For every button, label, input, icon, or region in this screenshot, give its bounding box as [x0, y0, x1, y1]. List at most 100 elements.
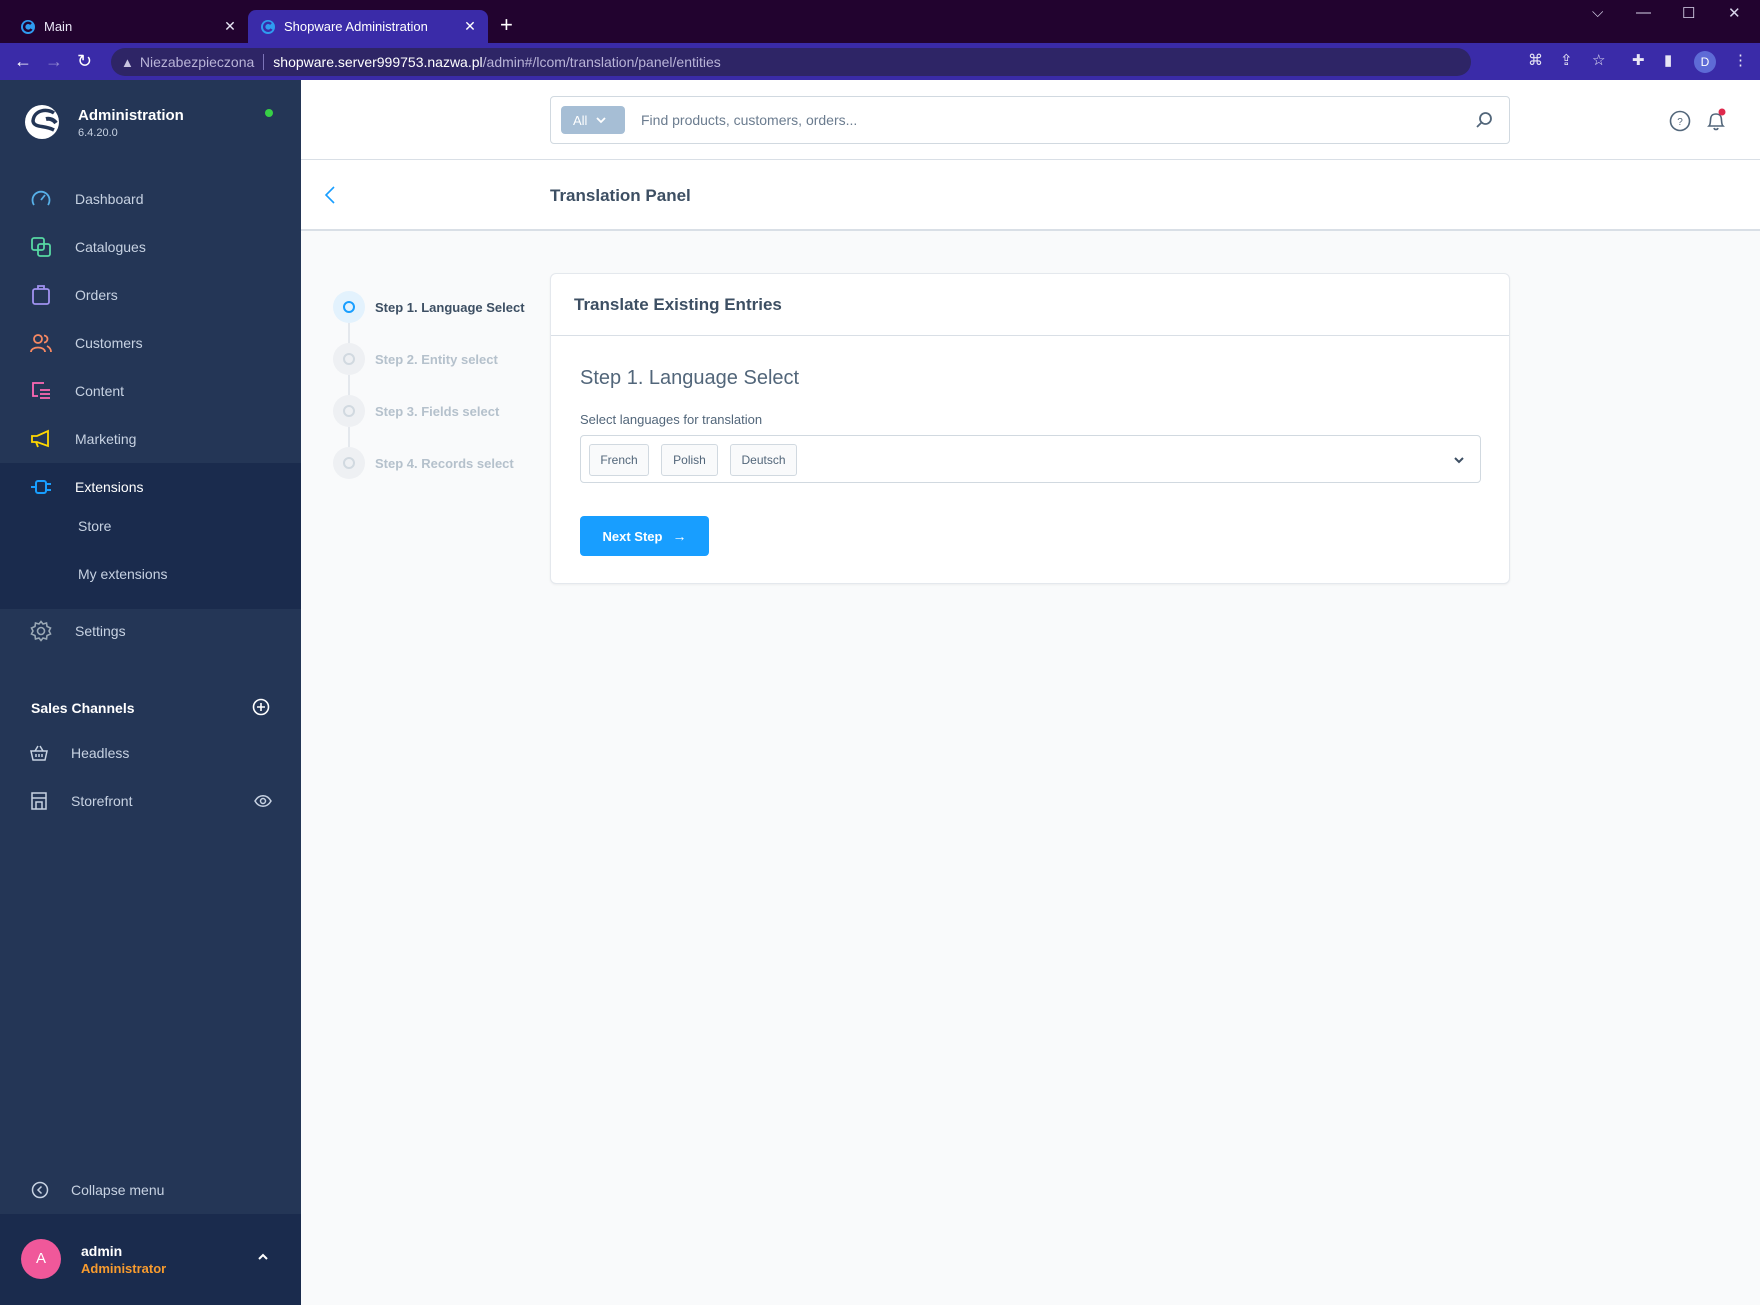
avatar: A	[21, 1239, 61, 1279]
basket-icon	[29, 743, 49, 763]
translate-icon[interactable]: ⌘	[1528, 53, 1543, 69]
address-bar[interactable]: ▲ Niezabezpieczona shopware.server999753…	[111, 48, 1471, 76]
admin-topbar: All ?	[301, 80, 1760, 160]
step-indicator-icon	[333, 447, 365, 479]
sales-channel-storefront[interactable]: Storefront	[0, 781, 301, 821]
minimize-icon[interactable]: —	[1636, 4, 1651, 21]
help-icon[interactable]: ?	[1669, 110, 1691, 132]
extensions-puzzle-icon[interactable]: ✚	[1632, 53, 1645, 69]
language-chip-deutsch[interactable]: Deutsch	[730, 444, 797, 476]
user-role: Administrator	[81, 1261, 167, 1276]
search-type-label: All	[573, 112, 588, 128]
shopware-logo-icon	[25, 105, 59, 139]
step-label: Step 3. Fields select	[375, 403, 500, 419]
user-menu[interactable]: A admin Administrator	[0, 1214, 301, 1305]
sidebar-item-label: Settings	[75, 623, 126, 639]
add-sales-channel-icon[interactable]	[252, 698, 270, 716]
wizard-step-1[interactable]: Step 1. Language Select	[333, 289, 563, 325]
step-label: Step 4. Records select	[375, 455, 514, 471]
search-input[interactable]	[641, 97, 1441, 143]
sidebar-item-content[interactable]: Content	[0, 367, 301, 415]
forward-arrow-icon[interactable]: →	[45, 51, 63, 71]
page-title: Translation Panel	[550, 186, 691, 205]
close-window-icon[interactable]: ✕	[1728, 4, 1741, 22]
shopware-favicon-icon	[261, 19, 275, 34]
next-step-label: Next Step	[602, 528, 663, 544]
sidebar-item-label: Content	[75, 383, 125, 399]
sidebar-item-label: Extensions	[75, 479, 144, 495]
maximize-icon[interactable]: ☐	[1682, 4, 1695, 22]
side-panel-icon[interactable]: ▮	[1664, 53, 1672, 69]
user-name: admin	[81, 1243, 123, 1259]
bookmark-star-icon[interactable]: ☆	[1592, 53, 1605, 69]
sidebar-item-catalogues[interactable]: Catalogues	[0, 223, 301, 271]
close-tab-icon[interactable]: ✕	[220, 18, 240, 35]
share-icon[interactable]: ⇪	[1560, 53, 1573, 69]
settings-icon	[30, 620, 52, 642]
chevron-down-icon[interactable]	[1452, 453, 1466, 467]
status-indicator	[265, 109, 273, 117]
sidebar-item-label: Dashboard	[75, 191, 144, 207]
content-icon	[30, 380, 52, 402]
sidebar-item-settings[interactable]: Settings	[0, 607, 301, 655]
wizard-step-3[interactable]: Step 3. Fields select	[333, 393, 563, 429]
app-version: 6.4.20.0	[78, 127, 118, 139]
sidebar-item-extensions[interactable]: Extensions	[0, 463, 301, 511]
orders-icon	[30, 284, 52, 306]
browser-tab-main[interactable]: Main ✕	[8, 10, 248, 43]
sidebar-subitem-store[interactable]: Store	[78, 518, 111, 534]
reload-icon[interactable]: ↻	[77, 51, 92, 71]
app-title: Administration	[78, 107, 184, 124]
language-chip-polish[interactable]: Polish	[661, 444, 718, 476]
security-label: Niezabezpieczona	[139, 54, 255, 70]
step-indicator-icon	[333, 291, 365, 323]
sidebar-item-marketing[interactable]: Marketing	[0, 415, 301, 463]
new-tab-button[interactable]: +	[500, 12, 513, 38]
catalogue-icon	[30, 236, 52, 258]
wizard-step-4[interactable]: Step 4. Records select	[333, 445, 563, 481]
step-indicator-icon	[333, 343, 365, 375]
next-step-button[interactable]: Next Step →	[580, 516, 709, 556]
languages-multi-select[interactable]: French Polish Deutsch	[580, 435, 1481, 483]
chevron-up-icon[interactable]	[256, 1250, 270, 1264]
sidebar-item-customers[interactable]: Customers	[0, 319, 301, 367]
shopware-favicon-icon	[21, 19, 35, 34]
step-connector	[348, 375, 350, 395]
back-arrow-icon[interactable]: ←	[14, 51, 32, 71]
card-title: Translate Existing Entries	[574, 294, 782, 314]
chevron-down-icon	[596, 117, 607, 124]
collapse-menu-button[interactable]: Collapse menu	[0, 1170, 301, 1210]
collapse-chevron-icon	[31, 1181, 49, 1199]
step-label: Step 1. Language Select	[375, 299, 525, 315]
svg-text:?: ?	[1677, 117, 1683, 128]
language-chip-french[interactable]: French	[589, 444, 649, 476]
step-indicator-icon	[333, 395, 365, 427]
close-tab-icon[interactable]: ✕	[460, 18, 480, 35]
dashboard-icon	[30, 188, 52, 210]
tab-search-icon[interactable]: ⌵	[1592, 4, 1603, 21]
sidebar-item-orders[interactable]: Orders	[0, 271, 301, 319]
sales-channel-headless[interactable]: Headless	[0, 733, 301, 773]
browser-menu-icon[interactable]: ⋮	[1733, 53, 1748, 69]
languages-field-label: Select languages for translation	[580, 412, 763, 427]
back-chevron-icon[interactable]	[323, 184, 337, 206]
page-content: Step 1. Language Select Step 2. Entity s…	[301, 233, 1760, 1305]
sidebar-item-dashboard[interactable]: Dashboard	[0, 175, 301, 223]
search-icon[interactable]	[1475, 111, 1493, 129]
search-type-select[interactable]: All	[561, 106, 625, 134]
wizard-step-2[interactable]: Step 2. Entity select	[333, 341, 563, 377]
eye-icon[interactable]	[254, 794, 272, 808]
browser-tab-shopware[interactable]: Shopware Administration ✕	[248, 10, 488, 43]
profile-avatar[interactable]: D	[1694, 51, 1716, 73]
notification-bell-icon[interactable]	[1704, 108, 1728, 132]
browser-toolbar: ← → ↻ ▲ Niezabezpieczona shopware.server…	[0, 43, 1760, 80]
translate-card: Translate Existing Entries Step 1. Langu…	[550, 273, 1510, 584]
sidebar-subitem-my-extensions[interactable]: My extensions	[78, 566, 167, 582]
step-heading: Step 1. Language Select	[580, 367, 800, 389]
card-header: Translate Existing Entries	[551, 274, 1509, 336]
sales-channels-heading: Sales Channels	[31, 700, 135, 716]
url-host: shopware.server999753.nazwa.pl	[273, 54, 483, 70]
step-connector	[348, 323, 350, 343]
storefront-icon	[29, 791, 49, 811]
sidebar-item-label: Marketing	[75, 431, 137, 447]
